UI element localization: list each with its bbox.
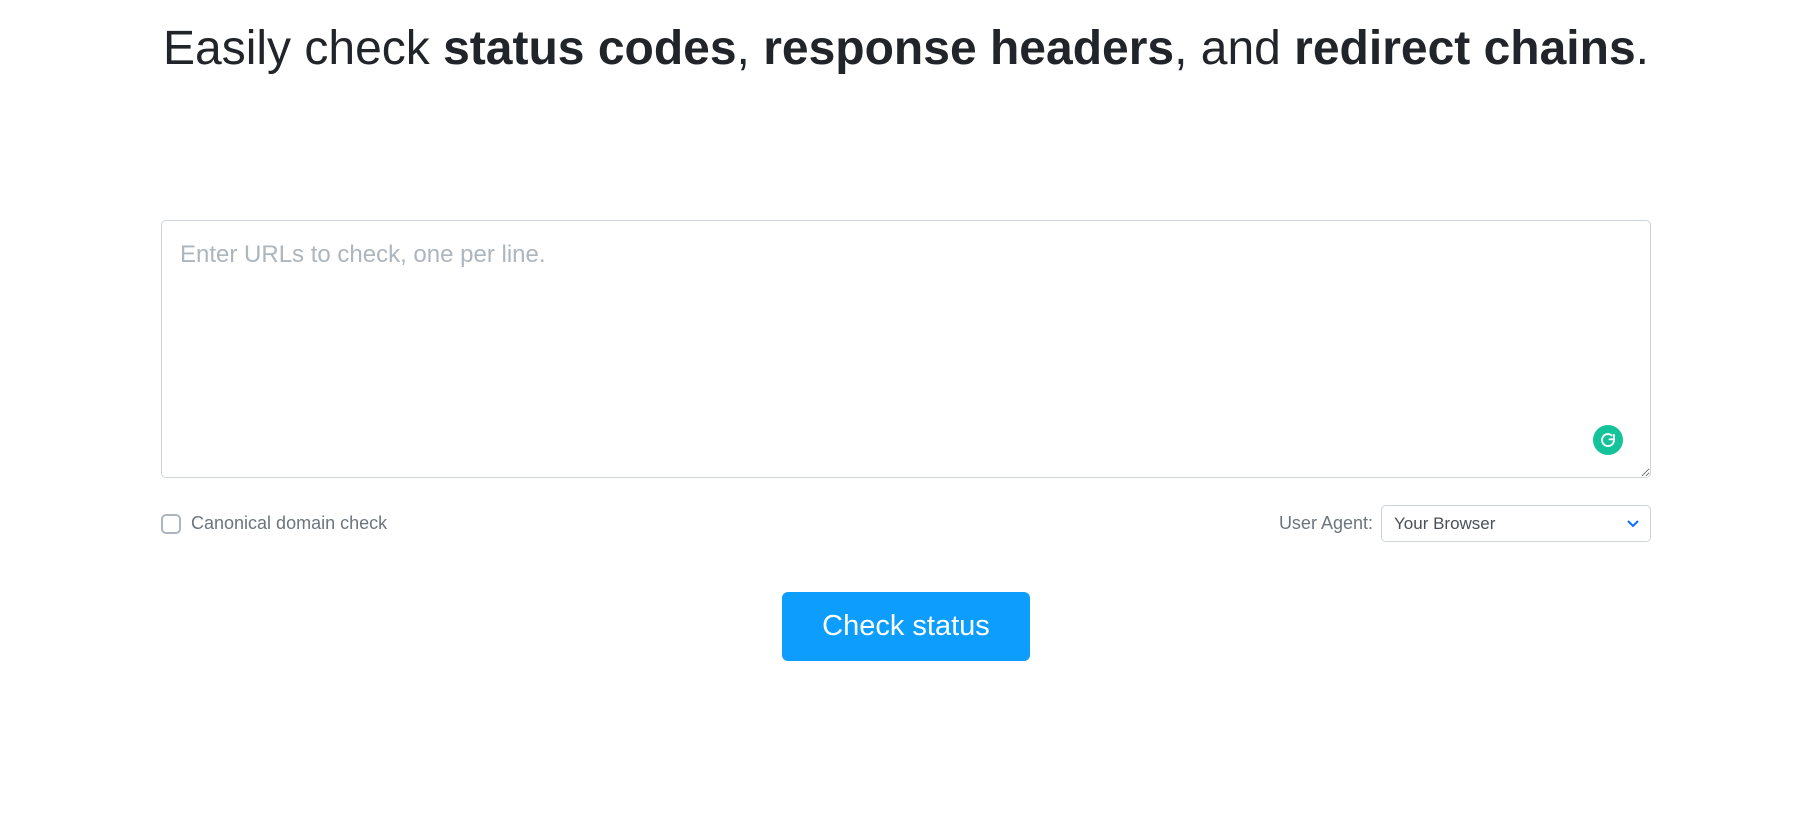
headline-bold-3: redirect chains — [1294, 22, 1635, 75]
check-status-button[interactable]: Check status — [782, 592, 1030, 661]
headline-bold-2: response headers — [763, 22, 1174, 75]
user-agent-label: User Agent: — [1279, 513, 1373, 534]
canonical-checkbox-label: Canonical domain check — [191, 513, 387, 534]
headline-text-mid2: , and — [1174, 22, 1294, 75]
page-headline: Easily check status codes, response head… — [161, 18, 1651, 80]
user-agent-select[interactable]: Your Browser — [1381, 505, 1651, 542]
url-input[interactable] — [161, 220, 1651, 478]
headline-text-mid1: , — [737, 22, 764, 75]
canonical-check-option[interactable]: Canonical domain check — [161, 513, 387, 534]
headline-text-pre: Easily check — [163, 22, 443, 75]
canonical-checkbox[interactable] — [161, 514, 181, 534]
headline-bold-1: status codes — [443, 22, 736, 75]
headline-text-post: . — [1636, 22, 1649, 75]
